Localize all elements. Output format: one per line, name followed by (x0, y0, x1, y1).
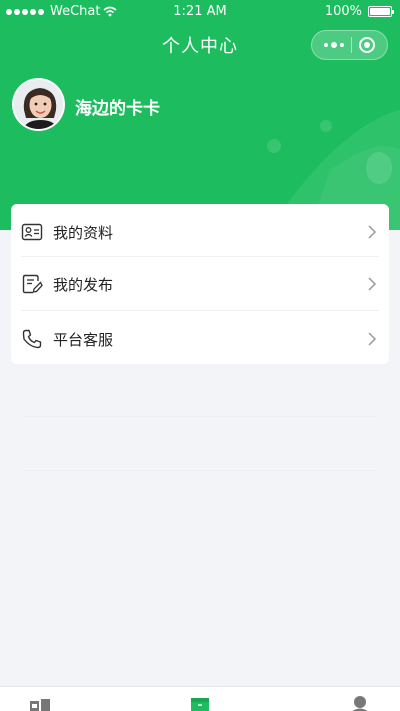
chevron-right-icon (368, 332, 377, 346)
status-bar: WeChat 1:21 AM 100% (0, 0, 400, 24)
edit-document-icon (22, 274, 43, 294)
chevron-right-icon (368, 277, 377, 291)
battery-percent: 100% (324, 4, 362, 19)
tab-bar (0, 686, 400, 711)
menu-item-label: 平台客服 (53, 330, 114, 349)
decor-bubble (320, 120, 332, 132)
battery-icon (368, 6, 394, 17)
mini-program-capsule (311, 30, 388, 60)
chevron-right-icon (368, 225, 377, 239)
menu-item-profile[interactable]: 我的资料 (11, 206, 389, 258)
user-icon[interactable] (349, 695, 371, 711)
profile-header: WeChat 1:21 AM 100% 个人中心 海边的卡卡 (0, 0, 400, 230)
decor-bubble (366, 152, 392, 184)
menu-divider (21, 256, 379, 257)
shop-icon[interactable] (29, 695, 51, 711)
close-miniprogram-icon[interactable] (359, 37, 376, 53)
phone-icon (22, 329, 42, 349)
menu-item-my-posts[interactable]: 我的发布 (11, 258, 389, 310)
menu-item-label: 我的发布 (53, 275, 114, 294)
profile-card-icon (21, 223, 43, 241)
avatar[interactable] (12, 78, 65, 131)
menu-item-customer-service[interactable]: 平台客服 (11, 313, 389, 365)
username[interactable]: 海边的卡卡 (75, 94, 160, 119)
divider (24, 470, 376, 471)
decor-bubble (267, 139, 281, 153)
menu-card: 我的资料 我的发布 平台客服 (11, 204, 389, 364)
box-icon[interactable] (189, 695, 211, 711)
capsule-divider (350, 37, 352, 53)
divider (24, 416, 376, 417)
more-icon[interactable] (323, 42, 344, 48)
menu-item-label: 我的资料 (53, 223, 114, 242)
menu-divider (21, 310, 379, 311)
